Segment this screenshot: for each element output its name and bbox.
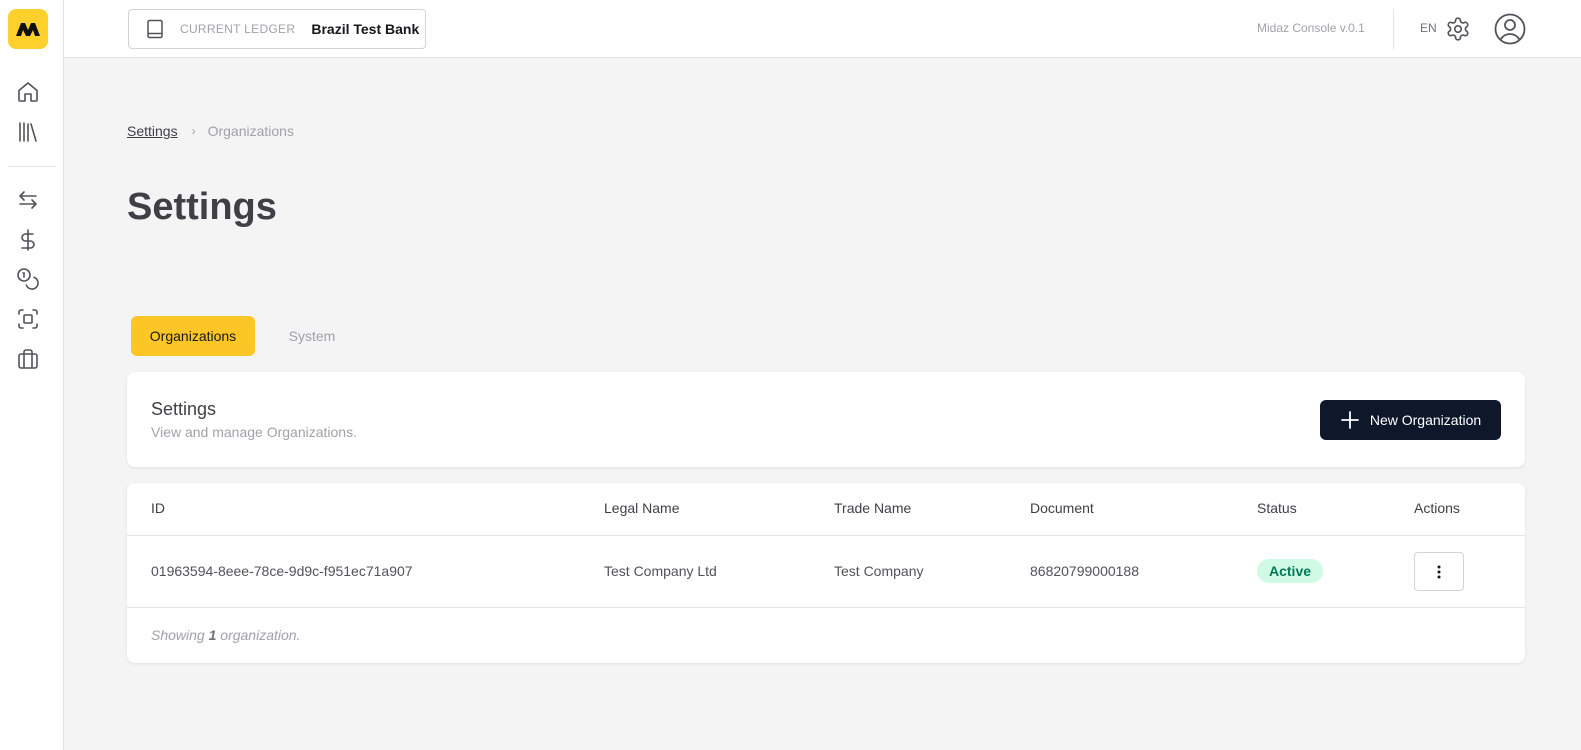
column-header-legal-name: Legal Name — [604, 500, 680, 516]
user-circle-icon[interactable] — [1493, 12, 1527, 46]
organizations-header-card: Settings View and manage Organizations. … — [127, 372, 1525, 467]
tab-organizations[interactable]: Organizations — [131, 316, 255, 356]
column-header-status: Status — [1257, 500, 1297, 516]
row-divider — [127, 607, 1525, 608]
plus-icon — [1340, 411, 1359, 429]
breadcrumb-current: Organizations — [207, 123, 294, 139]
tab-system[interactable]: System — [270, 316, 354, 356]
page-title: Settings — [127, 186, 277, 228]
organizations-table: ID Legal Name Trade Name Document Status… — [127, 483, 1525, 663]
new-organization-label: New Organization — [1369, 412, 1482, 428]
table-footer-count: Showing 1 organization. — [151, 627, 300, 643]
logo-mark-icon — [16, 23, 40, 36]
breadcrumb: Settings › Organizations — [127, 123, 294, 139]
dollar-icon[interactable] — [14, 226, 42, 254]
column-header-id: ID — [151, 500, 165, 516]
column-header-trade-name: Trade Name — [834, 500, 912, 516]
cell-document: 86820799000188 — [1030, 563, 1140, 579]
book-icon — [147, 19, 163, 39]
current-ledger-name: Brazil Test Bank — [311, 21, 420, 37]
breadcrumb-settings-link[interactable]: Settings — [127, 123, 178, 139]
row-divider — [127, 535, 1525, 536]
cell-trade-name: Test Company — [834, 563, 924, 579]
library-icon[interactable] — [14, 118, 42, 146]
footer-suffix: organization. — [220, 627, 301, 643]
coins-icon[interactable] — [14, 265, 42, 293]
status-badge: Active — [1257, 559, 1324, 583]
midaz-logo[interactable] — [8, 9, 48, 49]
scan-icon[interactable] — [14, 305, 42, 333]
footer-prefix: Showing — [151, 627, 205, 643]
more-vertical-icon — [1437, 565, 1441, 578]
topbar-divider — [1393, 9, 1394, 49]
column-header-document: Document — [1030, 500, 1094, 516]
footer-count: 1 — [208, 627, 217, 643]
current-ledger-label: CURRENT LEDGER — [180, 22, 296, 36]
row-actions-button[interactable] — [1414, 552, 1464, 591]
card-title: Settings — [151, 399, 217, 419]
transfer-icon[interactable] — [14, 186, 42, 214]
gear-icon[interactable] — [1445, 16, 1471, 42]
language-switcher[interactable]: EN — [1420, 21, 1437, 35]
current-ledger-selector[interactable]: CURRENT LEDGER Brazil Test Bank — [128, 9, 426, 49]
cell-legal-name: Test Company Ltd — [604, 563, 717, 579]
home-icon[interactable] — [14, 78, 42, 106]
column-header-actions: Actions — [1414, 500, 1460, 516]
card-description: View and manage Organizations. — [151, 424, 357, 440]
sidebar-divider — [8, 166, 56, 167]
topbar: CURRENT LEDGER Brazil Test Bank Midaz Co… — [64, 0, 1581, 58]
console-version: Midaz Console v.0.1 — [1257, 21, 1365, 35]
chevron-right-icon: › — [191, 124, 196, 138]
sidebar — [0, 0, 64, 750]
briefcase-icon[interactable] — [14, 345, 42, 373]
new-organization-button[interactable]: New Organization — [1320, 400, 1501, 440]
cell-id: 01963594-8eee-78ce-9d9c-f951ec71a907 — [151, 563, 413, 579]
